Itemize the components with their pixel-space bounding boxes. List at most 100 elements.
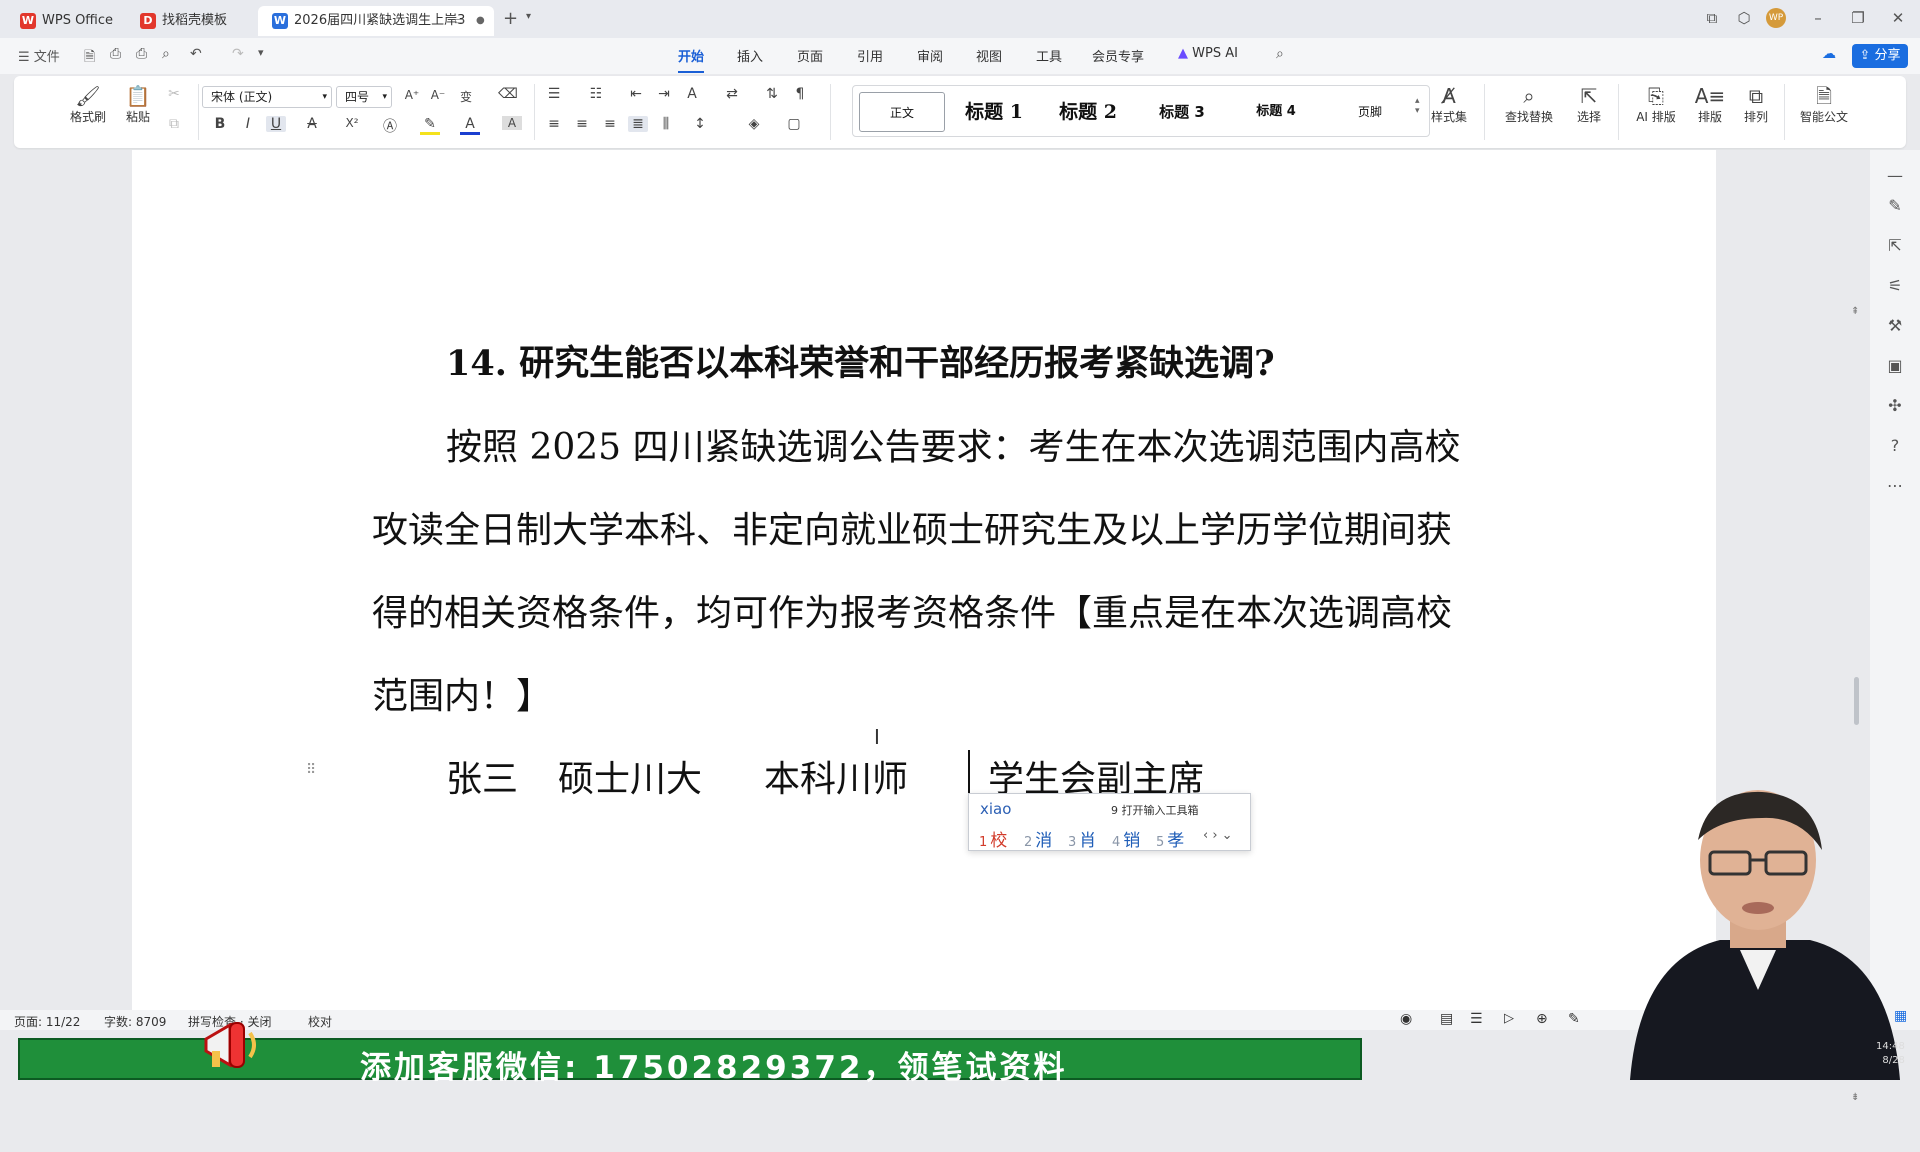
- close-tab-icon[interactable]: ●: [476, 6, 485, 36]
- word-count[interactable]: 字数: 8709: [104, 1013, 166, 1030]
- write-icon[interactable]: ✎: [1568, 1011, 1580, 1027]
- help-icon[interactable]: ?: [1883, 436, 1907, 460]
- share-button[interactable]: ⇪ 分享: [1852, 44, 1908, 68]
- chevron-down-icon[interactable]: ▾: [526, 11, 531, 22]
- select-button[interactable]: ⇱ 选择: [1566, 84, 1612, 125]
- avatar[interactable]: WP: [1766, 8, 1786, 28]
- convert-icon[interactable]: ⇄: [722, 86, 742, 102]
- distribute-icon[interactable]: ⫼: [656, 116, 676, 132]
- show-marks-icon[interactable]: ¶: [790, 86, 810, 102]
- drag-handle-icon[interactable]: ⠿: [306, 762, 316, 778]
- style-set-button[interactable]: A̸ 样式集: [1424, 84, 1474, 125]
- print-icon[interactable]: ⎙: [136, 46, 147, 62]
- proofread-button[interactable]: 校对: [308, 1013, 332, 1030]
- menu-home[interactable]: 开始: [678, 46, 705, 73]
- image-icon[interactable]: ▣: [1883, 356, 1907, 380]
- tools-icon[interactable]: ⚒: [1883, 316, 1907, 340]
- eye-protection-icon[interactable]: ◉: [1400, 1011, 1412, 1027]
- pen-icon[interactable]: ✎: [1883, 196, 1907, 220]
- find-replace-button[interactable]: ⌕ 查找替换: [1498, 84, 1560, 125]
- menu-tools[interactable]: 工具: [1036, 46, 1062, 65]
- ime-candidate[interactable]: 4销: [1112, 826, 1140, 851]
- more-icon[interactable]: ⋯: [1883, 476, 1907, 500]
- border-icon[interactable]: ▢: [784, 116, 804, 132]
- ime-candidate[interactable]: 2消: [1024, 826, 1052, 851]
- export-icon[interactable]: ⎙: [110, 46, 121, 62]
- window-layout-icon[interactable]: ⧉: [1702, 8, 1722, 28]
- scroll-up-icon[interactable]: ⇞: [1851, 306, 1859, 317]
- scroll-thumb[interactable]: [1854, 677, 1859, 725]
- shading-icon[interactable]: ◈: [744, 116, 764, 132]
- sliders-icon[interactable]: ⚟: [1883, 276, 1907, 300]
- style-heading-3[interactable]: 标题 3: [1139, 92, 1225, 132]
- close-window-icon[interactable]: ✕: [1888, 8, 1908, 28]
- align-center-icon[interactable]: ≡: [572, 116, 592, 132]
- menu-insert[interactable]: 插入: [737, 46, 763, 65]
- grow-font-icon[interactable]: A⁺: [402, 88, 422, 102]
- font-color-icon[interactable]: A: [460, 116, 480, 135]
- ime-candidate[interactable]: 1校: [979, 826, 1007, 851]
- bold-icon[interactable]: B: [210, 116, 230, 132]
- format-painter-button[interactable]: 🖌 格式刷: [66, 84, 110, 125]
- number-list-icon[interactable]: ☷: [586, 86, 606, 102]
- undo-icon[interactable]: ↶: [190, 46, 202, 62]
- style-normal[interactable]: 正文: [859, 92, 945, 132]
- eraser-icon[interactable]: ⌫: [498, 86, 518, 102]
- ime-toolbox-link[interactable]: 9 打开输入工具箱: [1111, 802, 1199, 818]
- menu-page[interactable]: 页面: [797, 46, 823, 65]
- tab-document[interactable]: W 2026届四川紧缺选调生上岸3 ▭ ●: [258, 6, 494, 36]
- menu-references[interactable]: 引用: [857, 46, 883, 65]
- cloud-icon[interactable]: ☁: [1822, 46, 1836, 62]
- font-name-select[interactable]: 宋体 (正文) ▾: [202, 86, 332, 108]
- scroll-down-icon[interactable]: ⇟: [1851, 1092, 1859, 1103]
- print-preview-icon[interactable]: ⌕: [162, 46, 170, 62]
- document-page[interactable]: 14. 研究生能否以本科荣誉和干部经历报考紧缺选调? 按照 2025 四川紧缺选…: [132, 150, 1716, 1010]
- gallery-scroll-icon[interactable]: ▴ ▾: [1415, 96, 1420, 116]
- outline-view-icon[interactable]: ☰: [1470, 1011, 1483, 1027]
- puzzle-icon[interactable]: ✣: [1883, 396, 1907, 420]
- new-tab-icon[interactable]: +: [503, 8, 518, 29]
- strikethrough-icon[interactable]: A: [302, 116, 322, 132]
- phonetic-icon[interactable]: 变: [456, 88, 476, 105]
- style-heading-2[interactable]: 标题 2: [1045, 92, 1131, 132]
- line-spacing-icon[interactable]: ↕: [690, 116, 710, 132]
- restore-icon[interactable]: ❐: [1848, 8, 1868, 28]
- paste-button[interactable]: 📋 粘贴: [118, 84, 158, 125]
- italic-icon[interactable]: I: [238, 116, 258, 132]
- sort-icon[interactable]: ⇅: [762, 86, 782, 102]
- pointer-icon[interactable]: ⇱: [1883, 236, 1907, 260]
- text-effect-icon[interactable]: Ⓐ: [380, 116, 400, 136]
- align-right-icon[interactable]: ≡: [600, 116, 620, 132]
- ime-page-arrows-icon[interactable]: ‹ › ⌄: [1203, 828, 1233, 843]
- layout-button[interactable]: A≡ 排版: [1688, 84, 1732, 125]
- style-heading-4[interactable]: 标题 4: [1233, 92, 1319, 132]
- collapse-icon[interactable]: —: [1883, 166, 1907, 190]
- cut-icon[interactable]: ✂: [164, 86, 184, 102]
- highlight-icon[interactable]: ✎: [420, 116, 440, 135]
- customize-chevron-icon[interactable]: ▾: [258, 46, 264, 59]
- justify-icon[interactable]: ≣: [628, 116, 648, 132]
- play-icon[interactable]: ▷: [1504, 1011, 1514, 1026]
- ime-candidate[interactable]: 3肖: [1068, 826, 1096, 851]
- align-left-icon[interactable]: ≡: [544, 116, 564, 132]
- menu-wps-ai[interactable]: ▲ WPS AI: [1178, 46, 1238, 61]
- font-size-select[interactable]: 四号 ▾: [336, 86, 392, 108]
- cube-icon[interactable]: ⬡: [1734, 8, 1754, 28]
- shrink-font-icon[interactable]: A⁻: [428, 88, 448, 102]
- save-icon[interactable]: 🗎: [84, 46, 95, 70]
- page-indicator[interactable]: 页面: 11/22: [14, 1013, 80, 1030]
- tab-docer[interactable]: D 找稻壳模板: [126, 6, 256, 36]
- copy-icon[interactable]: ⧉: [164, 116, 184, 132]
- menu-member[interactable]: 会员专享: [1092, 46, 1144, 65]
- indent-icon[interactable]: ⇥: [654, 86, 674, 102]
- smart-doc-button[interactable]: 🗎 智能公文: [1796, 84, 1852, 125]
- bullet-list-icon[interactable]: ☰: [544, 86, 564, 102]
- menu-review[interactable]: 审阅: [917, 46, 943, 65]
- file-menu[interactable]: ☰ 文件: [18, 46, 60, 65]
- page-view-icon[interactable]: ▤: [1440, 1011, 1453, 1027]
- ime-candidate[interactable]: 5孝: [1156, 826, 1184, 851]
- arrange-button[interactable]: ⧉ 排列: [1734, 84, 1778, 125]
- tab-wps-office[interactable]: W WPS Office: [6, 6, 126, 36]
- superscript-icon[interactable]: X²: [342, 116, 362, 130]
- search-icon[interactable]: ⌕: [1276, 46, 1284, 62]
